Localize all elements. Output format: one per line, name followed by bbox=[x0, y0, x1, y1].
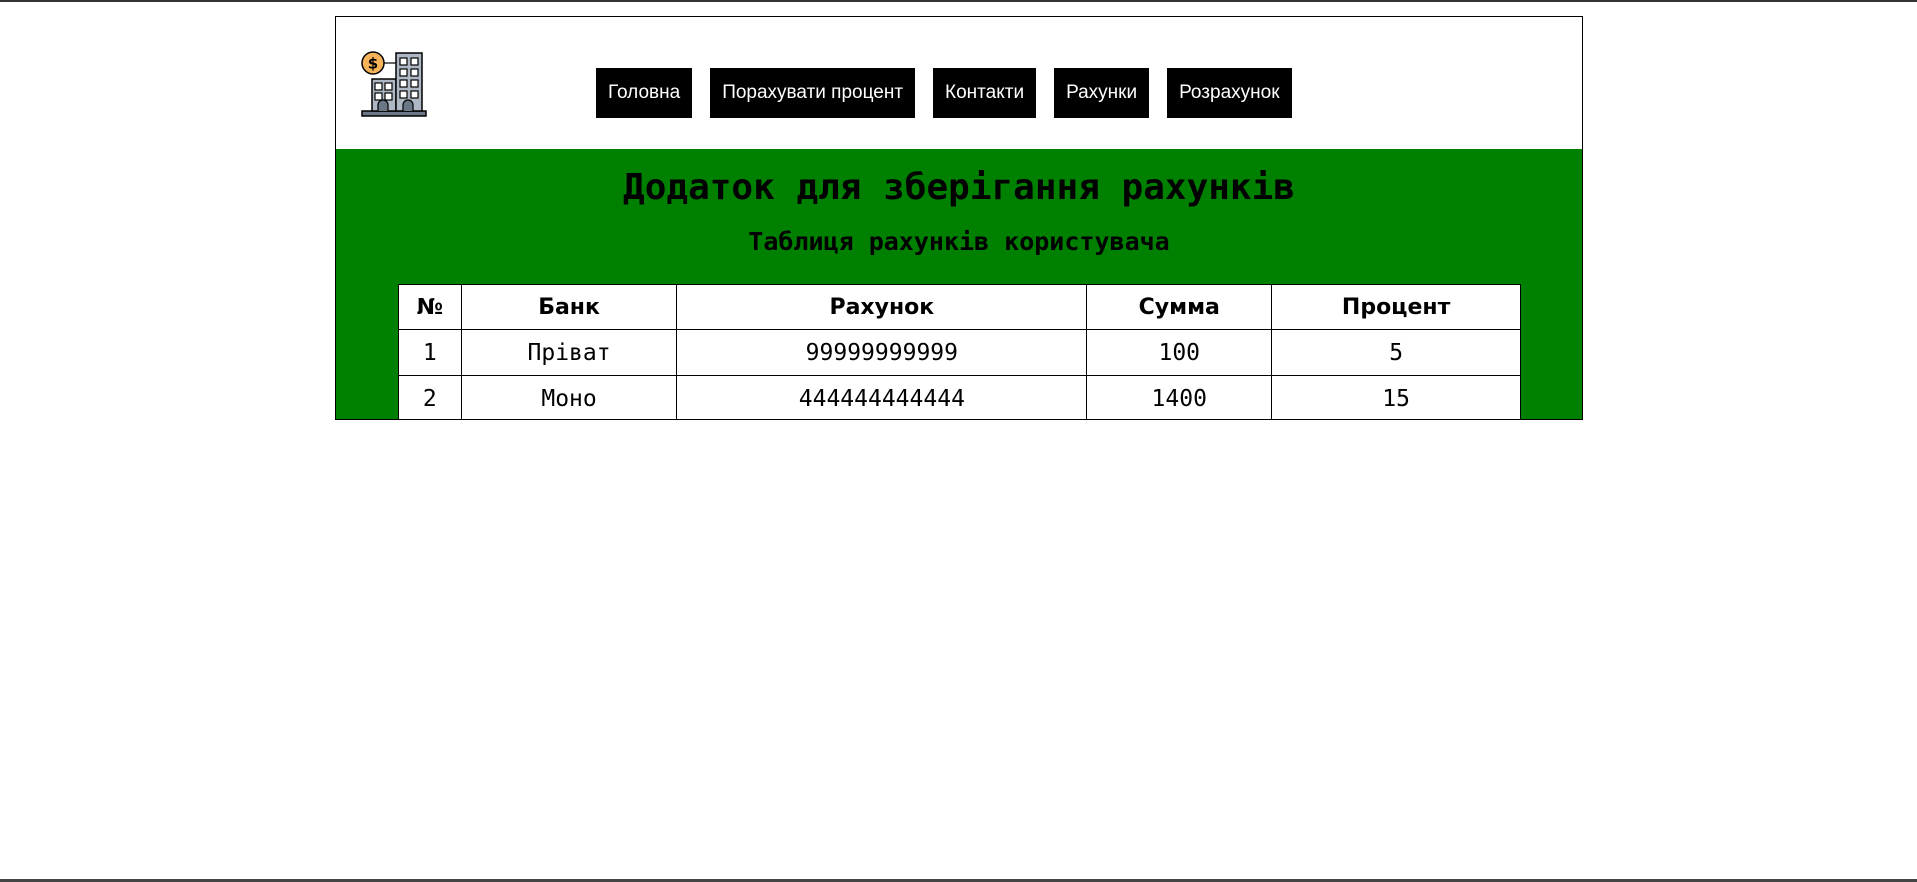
cell-number: 2 bbox=[398, 375, 462, 419]
main-nav: Головна Порахувати процент Контакти Раху… bbox=[596, 68, 1292, 118]
column-header-account: Рахунок bbox=[676, 284, 1088, 330]
cell-percent: 15 bbox=[1271, 375, 1521, 419]
table-row: 2 Моно 444444444444 1400 15 bbox=[398, 375, 1521, 419]
accounts-table: № Банк Рахунок Сумма Процент 1 Пріват 99… bbox=[398, 284, 1521, 419]
nav-calculation-button[interactable]: Розрахунок bbox=[1167, 68, 1292, 118]
cell-account: 444444444444 bbox=[676, 375, 1088, 419]
svg-text:$: $ bbox=[368, 55, 378, 73]
cell-bank: Моно bbox=[460, 375, 678, 419]
column-header-percent: Процент bbox=[1271, 284, 1521, 330]
bank-logo-icon: $ bbox=[361, 51, 427, 117]
cell-sum: 100 bbox=[1086, 329, 1273, 376]
nav-calculate-percent-button[interactable]: Порахувати процент bbox=[710, 68, 916, 118]
cell-number: 1 bbox=[398, 329, 462, 376]
page-title: Додаток для зберігання рахунків bbox=[623, 167, 1295, 208]
column-header-sum: Сумма bbox=[1086, 284, 1273, 330]
column-header-number: № bbox=[398, 284, 462, 330]
cell-sum: 1400 bbox=[1086, 375, 1273, 419]
nav-accounts-button[interactable]: Рахунки bbox=[1054, 68, 1150, 118]
page-frame: $ Головна Порахувати процент Контакти Ра… bbox=[335, 16, 1583, 420]
page-subtitle: Таблиця рахунків користувача bbox=[748, 227, 1170, 256]
site-header: $ Головна Порахувати процент Контакти Ра… bbox=[336, 17, 1582, 149]
window-top-border bbox=[0, 0, 1917, 2]
nav-home-button[interactable]: Головна bbox=[596, 68, 693, 118]
table-header-row: № Банк Рахунок Сумма Процент bbox=[398, 284, 1521, 330]
table-row: 1 Пріват 99999999999 100 5 bbox=[398, 329, 1521, 376]
cell-account: 99999999999 bbox=[676, 329, 1088, 376]
main-content: Додаток для зберігання рахунків Таблиця … bbox=[336, 149, 1582, 419]
nav-contacts-button[interactable]: Контакти bbox=[933, 68, 1037, 118]
column-header-bank: Банк bbox=[460, 284, 678, 330]
cell-bank: Пріват bbox=[460, 329, 678, 376]
cell-percent: 5 bbox=[1271, 329, 1521, 376]
